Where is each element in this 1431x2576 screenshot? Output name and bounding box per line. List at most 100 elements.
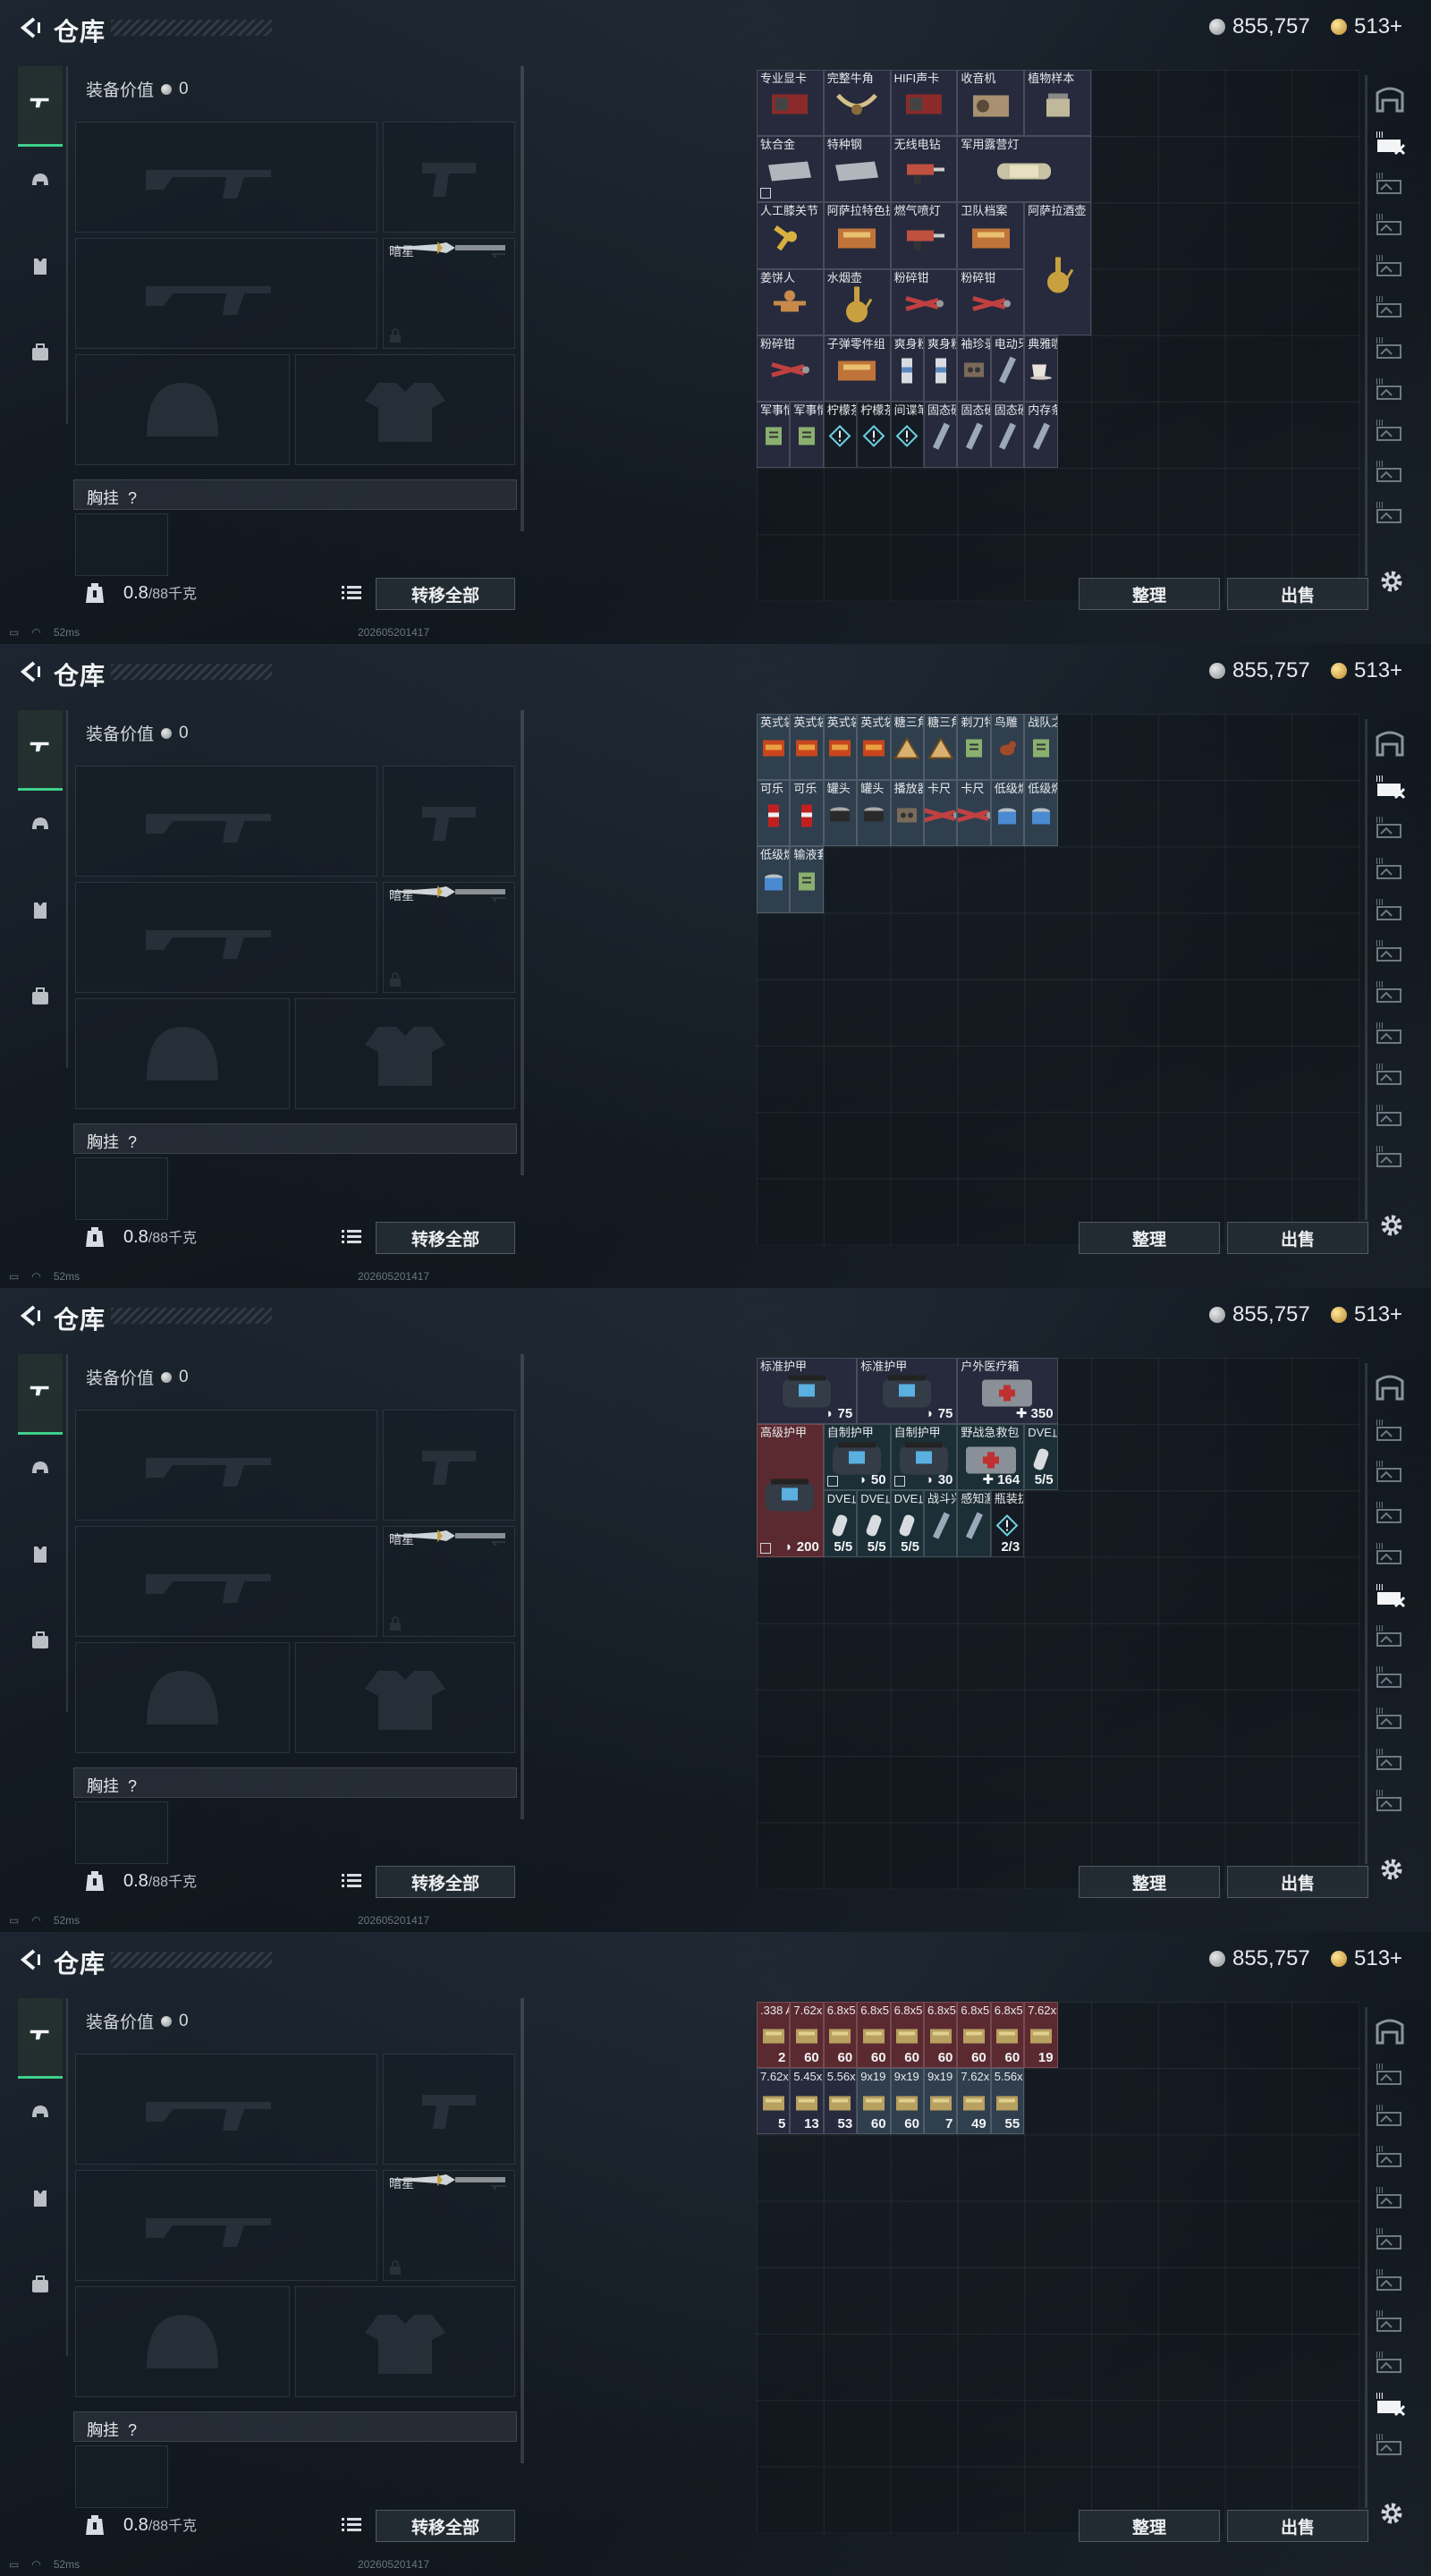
storage-item[interactable]: 7.62x51 M 60 (790, 2002, 824, 2069)
storage-item[interactable]: 特种钢 (823, 136, 891, 203)
tab-backpack[interactable] (18, 971, 63, 1025)
back-arrow-icon[interactable] (16, 1946, 43, 1973)
pistol-slot[interactable] (383, 1410, 515, 1521)
storage-item[interactable]: 英式袋泡茶 (823, 714, 858, 781)
tab-helmet[interactable] (18, 2088, 63, 2141)
storage-item[interactable]: 低级燃料 (1024, 780, 1058, 847)
storage-item[interactable]: 糖三角 (924, 714, 958, 781)
storage-item[interactable]: 固态硬盘 (924, 402, 958, 469)
tab-helmet[interactable] (18, 1444, 63, 1497)
storage-tab[interactable]: III (1374, 2388, 1410, 2420)
storage-item[interactable]: 钛合金 (757, 136, 824, 203)
storage-item[interactable]: 5.56x45 M 55 (990, 2068, 1025, 2135)
chest-rig-bar[interactable]: 胸挂 ? (73, 2411, 517, 2442)
storage-item[interactable]: 战斗兴奋剂 (924, 1490, 958, 1557)
tab-helmet[interactable] (18, 156, 63, 209)
sell-button[interactable]: 出售 (1227, 1866, 1368, 1898)
melee-slot[interactable]: 暗星 (383, 882, 515, 993)
storage-tab[interactable]: III (1374, 168, 1410, 200)
storage-tab[interactable]: III (1374, 374, 1410, 406)
storage-tab[interactable]: III (1374, 2059, 1410, 2091)
melee-slot[interactable]: 暗星 (383, 1526, 515, 1637)
tab-weapons[interactable] (18, 710, 63, 791)
storage-tab[interactable]: III (1374, 2265, 1410, 2297)
storage-tab[interactable]: III (1374, 1456, 1410, 1488)
chest-rig-bar[interactable]: 胸挂 ? (73, 1767, 517, 1798)
storage-tab[interactable]: III (1374, 250, 1410, 283)
storage-tab[interactable]: III (1374, 1497, 1410, 1530)
storage-item[interactable]: 罐头 (857, 780, 891, 847)
storage-item[interactable]: 高级护甲 ◗ 200 (757, 1424, 824, 1557)
storage-item[interactable]: 9x19 7 (924, 2068, 958, 2135)
storage-tab[interactable]: III (1374, 1703, 1410, 1735)
storage-item[interactable]: 6.8x51 A 60 (924, 2002, 958, 2069)
tab-weapons[interactable] (18, 66, 63, 147)
storage-tab[interactable] (1374, 1374, 1410, 1406)
storage-item[interactable]: DVE止痛片 5/5 (890, 1490, 924, 1557)
storage-tab[interactable]: III (1374, 853, 1410, 886)
storage-scrollbar[interactable] (1365, 1363, 1367, 1864)
tab-helmet[interactable] (18, 800, 63, 853)
storage-item[interactable]: HIFI声卡 (890, 70, 958, 137)
storage-scrollbar[interactable] (1365, 75, 1367, 576)
storage-item[interactable]: 植物样本 (1024, 70, 1091, 137)
tab-backpack[interactable] (18, 1615, 63, 1669)
storage-item[interactable]: 英式袋泡茶 (757, 714, 791, 781)
storage-tab[interactable]: III (1374, 1744, 1410, 1776)
storage-tab[interactable]: III (1374, 771, 1410, 803)
storage-tab[interactable]: III (1374, 1141, 1410, 1174)
chest-rig-slot[interactable] (75, 2445, 168, 2508)
storage-item[interactable]: 固态硬盘 (990, 402, 1025, 469)
helmet-slot[interactable] (75, 2286, 290, 2397)
storage-item[interactable]: 7.62x54R B 19 (1024, 2002, 1058, 2069)
storage-item[interactable]: 粉碎钳 (757, 335, 824, 402)
storage-item[interactable]: 低级燃料 (990, 780, 1025, 847)
gear-icon[interactable] (1377, 1855, 1406, 1884)
storage-tab[interactable]: III (1374, 1415, 1410, 1447)
armor-slot[interactable] (295, 2286, 515, 2397)
storage-item[interactable]: 姜饼人 (757, 268, 824, 335)
storage-tab[interactable] (1374, 730, 1410, 762)
storage-item[interactable]: 糖三角 (890, 714, 924, 781)
helmet-slot[interactable] (75, 1642, 290, 1753)
storage-item[interactable]: 6.8x51 A 60 (823, 2002, 858, 2069)
storage-item[interactable]: 间谍笔 (890, 402, 924, 469)
storage-item[interactable]: 瓶装抗生素 2/3 (990, 1490, 1025, 1557)
storage-item[interactable]: DVE止痛片 5/5 (823, 1490, 858, 1557)
storage-item[interactable]: 人工膝关节 (757, 202, 824, 269)
storage-item[interactable]: 爽身粉 (924, 335, 958, 402)
storage-tab[interactable]: III (1374, 2347, 1410, 2379)
storage-scrollbar[interactable] (1365, 719, 1367, 1220)
storage-item[interactable]: 英式袋泡茶 (857, 714, 891, 781)
storage-tab[interactable]: III (1374, 812, 1410, 844)
storage-tab[interactable]: III (1374, 1100, 1410, 1132)
pistol-slot[interactable] (383, 122, 515, 233)
sell-button[interactable]: 出售 (1227, 2510, 1368, 2542)
storage-item[interactable]: 自制护甲 ◗ 30 (890, 1424, 958, 1491)
storage-item[interactable]: 7.62x54R L 5 (757, 2068, 791, 2135)
storage-item[interactable]: 军事情报 (757, 402, 791, 469)
storage-item[interactable]: 标准护甲 ◗ 75 (757, 1358, 858, 1425)
sort-button[interactable]: 整理 (1079, 2510, 1220, 2542)
storage-item[interactable]: 剃刀特遣队 (957, 714, 991, 781)
storage-item[interactable]: 可乐 (790, 780, 824, 847)
storage-item[interactable]: 户外医疗箱 ✚ 350 (957, 1358, 1058, 1425)
storage-tab[interactable]: III (1374, 894, 1410, 927)
storage-item[interactable]: 播放器 (890, 780, 924, 847)
pistol-slot[interactable] (383, 766, 515, 877)
storage-tab[interactable]: III (1374, 456, 1410, 488)
list-icon[interactable] (342, 1229, 361, 1245)
list-icon[interactable] (342, 2517, 361, 2533)
storage-item[interactable]: 袖珍录像带 (957, 335, 991, 402)
transfer-all-button[interactable]: 转移全部 (376, 2510, 515, 2542)
storage-item[interactable]: 9x19 60 (857, 2068, 891, 2135)
storage-tab[interactable]: III (1374, 2224, 1410, 2256)
storage-item[interactable]: 可乐 (757, 780, 791, 847)
storage-tab[interactable]: III (1374, 127, 1410, 159)
back-arrow-icon[interactable] (16, 658, 43, 685)
helmet-slot[interactable] (75, 998, 290, 1109)
storage-tab[interactable] (1374, 2018, 1410, 2050)
secondary-weapon-slot[interactable] (75, 2170, 377, 2281)
storage-item[interactable]: 爽身粉 (890, 335, 924, 402)
storage-item[interactable]: 6.8x51 A 60 (990, 2002, 1025, 2069)
